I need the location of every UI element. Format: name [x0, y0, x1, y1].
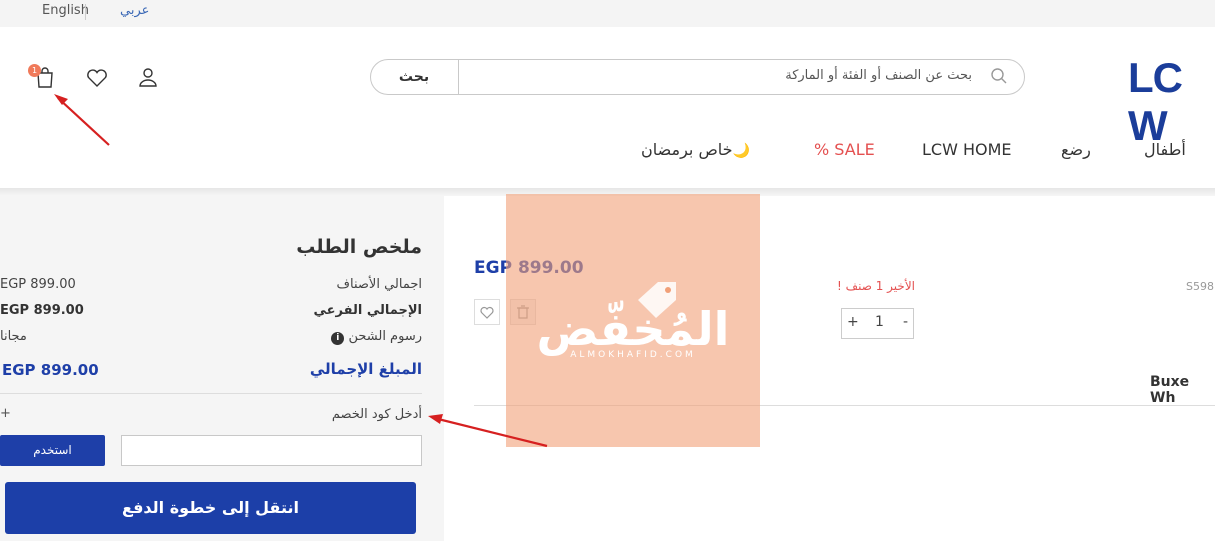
arrow-to-discount-icon: [428, 414, 548, 448]
arrow-to-cart-icon: [54, 94, 110, 146]
annotation-arrows: [54, 94, 548, 448]
